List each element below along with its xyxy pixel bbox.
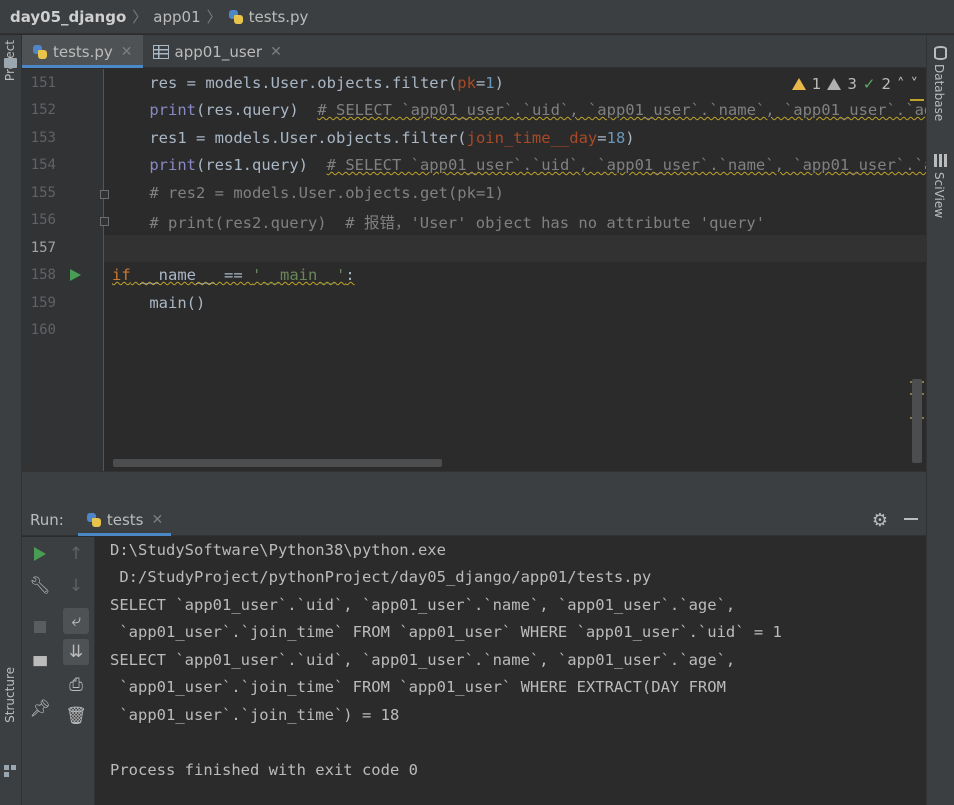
right-tool-strip bbox=[926, 35, 954, 805]
rerun-button[interactable] bbox=[28, 542, 52, 566]
previous-highlight-icon[interactable]: ˄ bbox=[897, 75, 905, 93]
line-number: 160 bbox=[30, 322, 56, 338]
warning-count: 1 bbox=[811, 75, 822, 93]
sciview-icon[interactable] bbox=[934, 154, 947, 167]
line-number: 157 bbox=[30, 240, 56, 256]
typo-count: 2 bbox=[881, 75, 891, 93]
console-line: Process finished with exit code 0 bbox=[110, 761, 418, 779]
inspection-widget[interactable]: 1 3 ✓ 2 ˄ ˅ bbox=[791, 75, 919, 93]
structure-icon[interactable] bbox=[4, 765, 16, 777]
sciview-tool-tab[interactable]: SciView bbox=[932, 172, 946, 218]
stop-button[interactable] bbox=[28, 615, 52, 639]
close-icon[interactable]: ✕ bbox=[121, 44, 133, 60]
minimize-icon[interactable] bbox=[904, 518, 918, 520]
tab-label: app01_user bbox=[174, 42, 263, 61]
console-output[interactable]: D:\StudySoftware\Python38\python.exe D:/… bbox=[96, 537, 926, 805]
tab-label: tests.py bbox=[53, 42, 113, 61]
trash-icon[interactable]: 🗑︎ bbox=[64, 704, 88, 728]
breadcrumb: day05_django 〉 app01 〉 tests.py bbox=[0, 0, 954, 34]
gear-icon[interactable]: ⚙ bbox=[872, 510, 888, 531]
breadcrumb-folder[interactable]: app01 bbox=[153, 8, 200, 26]
line-number: 152 bbox=[30, 102, 56, 118]
down-arrow-icon[interactable]: ↓ bbox=[64, 574, 88, 598]
line-number: 155 bbox=[30, 185, 56, 201]
line-number: 158 bbox=[30, 267, 56, 283]
run-panel-header: Run: tests ✕ ⚙ bbox=[22, 504, 926, 536]
code-editor[interactable]: 151 152 153 154 155 156 157 158 159 160 … bbox=[22, 69, 926, 471]
warning-icon bbox=[791, 78, 806, 90]
fold-icon[interactable] bbox=[100, 190, 109, 199]
close-icon[interactable]: ✕ bbox=[151, 512, 163, 528]
code-line: main() bbox=[149, 294, 206, 312]
console-line: `app01_user`.`join_time` FROM `app01_use… bbox=[110, 678, 726, 696]
print-icon[interactable]: ⎙ bbox=[64, 673, 88, 697]
console-line: `app01_user`.`join_time`) = 18 bbox=[110, 706, 400, 724]
console-line: D:/StudyProject/pythonProject/day05_djan… bbox=[110, 568, 652, 586]
current-line-highlight bbox=[104, 235, 926, 262]
vertical-scrollbar[interactable] bbox=[912, 379, 922, 463]
chevron-right-icon: 〉 bbox=[206, 8, 222, 26]
structure-tool-tab[interactable]: Structure bbox=[3, 667, 17, 723]
weak-warning-count: 3 bbox=[847, 75, 857, 93]
pin-icon[interactable]: 📌︎ bbox=[28, 697, 52, 721]
code-line: if __name__ == '__main__': bbox=[112, 266, 355, 284]
wrench-icon[interactable]: 🔧︎ bbox=[28, 574, 52, 598]
next-highlight-icon[interactable]: ˅ bbox=[911, 75, 919, 93]
breadcrumb-file[interactable]: tests.py bbox=[249, 8, 309, 26]
console-line: `app01_user`.`join_time` FROM `app01_use… bbox=[110, 623, 782, 641]
console-line: D:\StudySoftware\Python38\python.exe bbox=[110, 541, 446, 559]
scroll-to-end-icon[interactable]: ⇊ bbox=[63, 639, 89, 665]
code-line: # print(res2.query) # 报错，'User' object h… bbox=[149, 214, 766, 232]
code-line: # res2 = models.User.objects.get(pk=1) bbox=[149, 184, 504, 202]
weak-warning-icon bbox=[827, 78, 842, 90]
console-line: SELECT `app01_user`.`uid`, `app01_user`.… bbox=[110, 596, 736, 614]
database-tool-tab[interactable]: Database bbox=[932, 64, 946, 121]
code-line: print(res1.query) # SELECT `app01_user`.… bbox=[149, 156, 926, 174]
horizontal-scrollbar[interactable] bbox=[113, 459, 442, 467]
run-toolbar-primary: 🔧︎ ▀ 📌︎ bbox=[22, 537, 58, 805]
line-number: 151 bbox=[30, 75, 56, 91]
run-tab-label: tests bbox=[106, 510, 144, 529]
code-line: res1 = models.User.objects.filter(join_t… bbox=[149, 129, 635, 147]
python-file-icon bbox=[228, 9, 244, 25]
python-file-icon bbox=[32, 44, 48, 60]
line-number: 159 bbox=[30, 295, 56, 311]
up-arrow-icon[interactable]: ↑ bbox=[64, 542, 88, 566]
tab-app01-user[interactable]: app01_user ✕ bbox=[143, 35, 292, 68]
fold-icon[interactable] bbox=[100, 217, 109, 226]
typo-check-icon: ✓ bbox=[862, 75, 876, 93]
run-gutter-icon[interactable] bbox=[70, 269, 81, 281]
close-icon[interactable]: ✕ bbox=[270, 44, 282, 60]
panel-divider[interactable] bbox=[22, 471, 926, 504]
python-file-icon bbox=[86, 512, 102, 528]
line-number: 156 bbox=[30, 212, 56, 228]
play-icon bbox=[34, 547, 46, 561]
run-toolbar-secondary: ↑ ↓ ⤶ ⇊ ⎙ 🗑︎ bbox=[58, 537, 95, 805]
code-line: res = models.User.objects.filter(pk=1) bbox=[149, 74, 504, 92]
database-icon[interactable] bbox=[934, 46, 947, 60]
breadcrumb-project[interactable]: day05_django bbox=[10, 8, 126, 26]
line-number: 153 bbox=[30, 130, 56, 146]
line-number: 154 bbox=[30, 157, 56, 173]
layout-icon[interactable]: ▀ bbox=[28, 655, 52, 679]
tab-tests-py[interactable]: tests.py ✕ bbox=[22, 35, 143, 68]
chevron-right-icon: 〉 bbox=[132, 8, 148, 26]
stop-icon bbox=[34, 621, 46, 633]
soft-wrap-icon[interactable]: ⤶ bbox=[63, 608, 89, 634]
folder-icon[interactable] bbox=[4, 58, 17, 68]
run-config-tab[interactable]: tests ✕ bbox=[77, 504, 172, 536]
editor-tab-bar: tests.py ✕ app01_user ✕ bbox=[22, 35, 926, 68]
run-panel-title: Run: bbox=[30, 510, 64, 529]
code-line: print(res.query) # SELECT `app01_user`.`… bbox=[149, 101, 926, 119]
error-stripe-mark[interactable] bbox=[910, 99, 924, 101]
table-icon bbox=[152, 44, 169, 59]
console-line: SELECT `app01_user`.`uid`, `app01_user`.… bbox=[110, 651, 736, 669]
